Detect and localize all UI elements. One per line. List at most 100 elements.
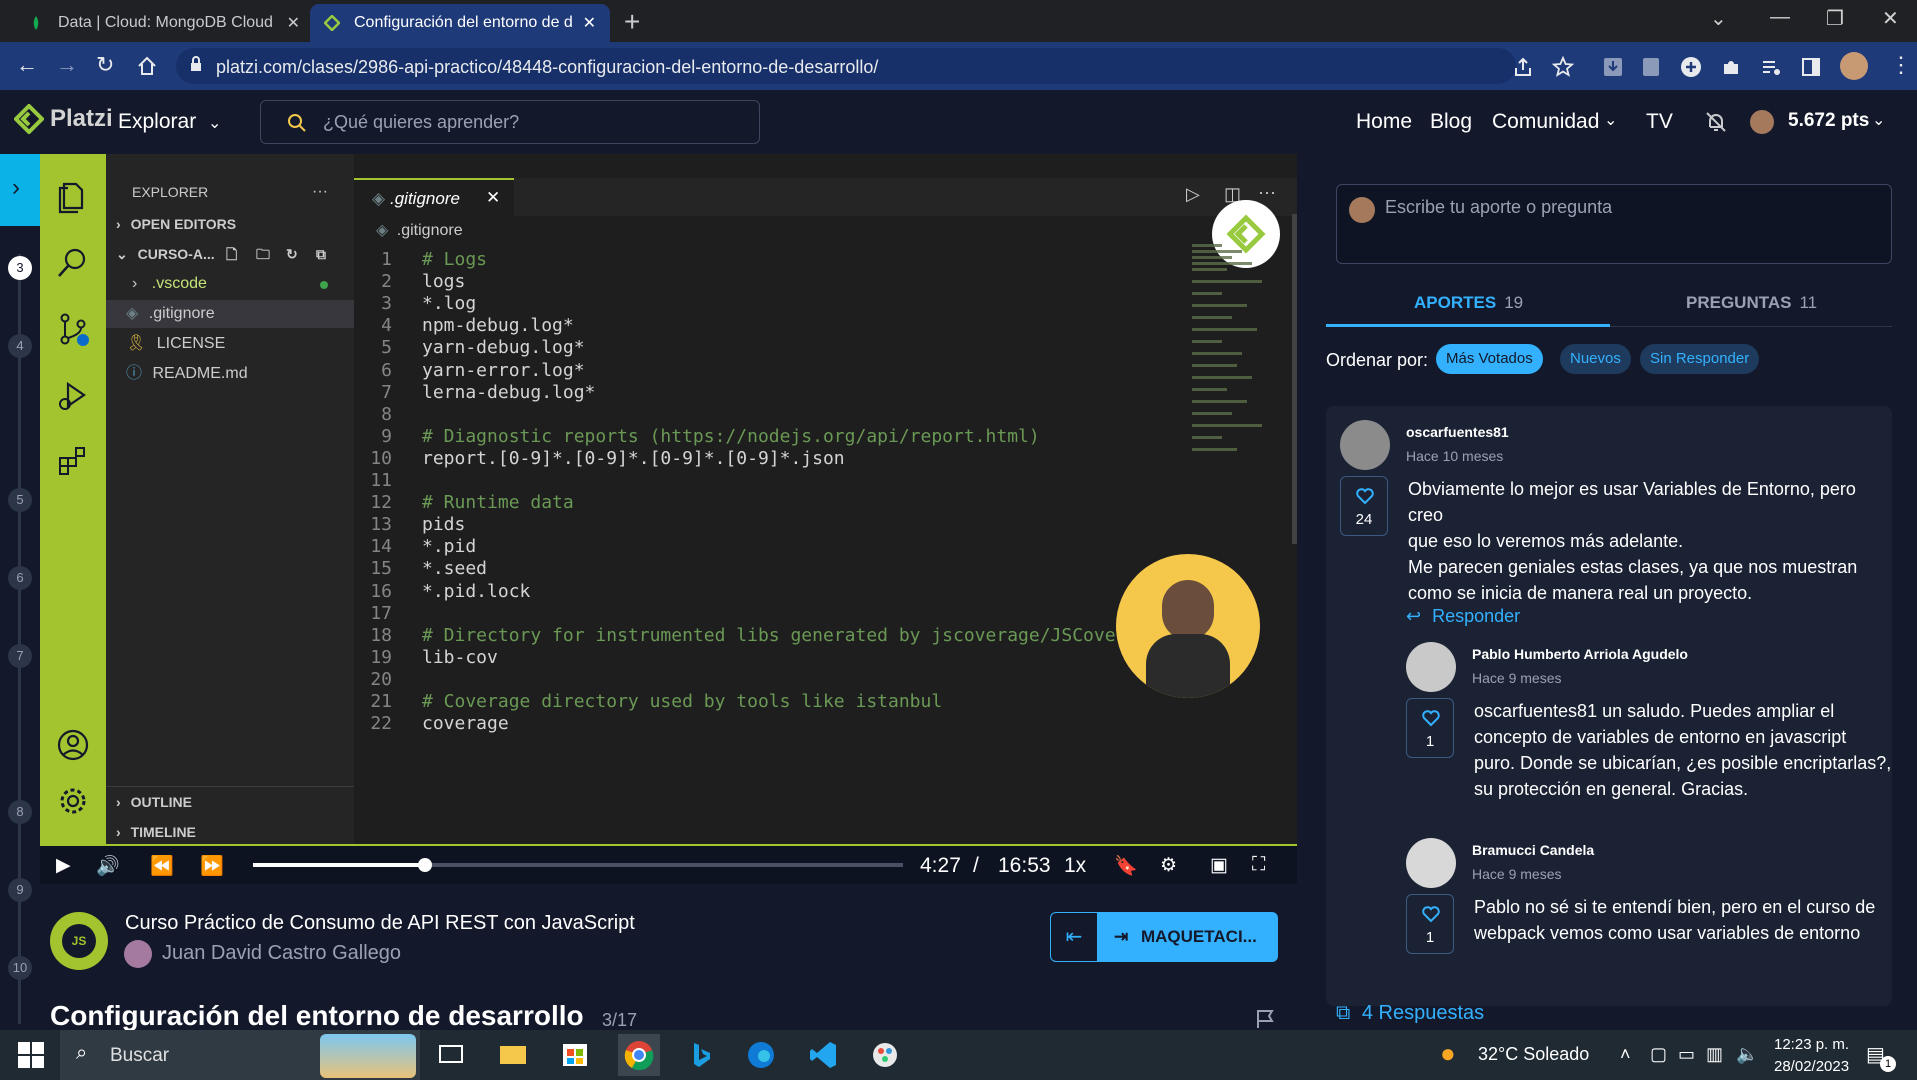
network-icon[interactable]: ▥	[1706, 1044, 1723, 1065]
bookmark-star-icon[interactable]	[1552, 56, 1574, 78]
address-bar: ← → ↻ platzi.com/clases/2986-api-practic…	[0, 42, 1917, 90]
url-field[interactable]: platzi.com/clases/2986-api-practico/4844…	[176, 48, 1516, 84]
back-icon[interactable]: ←	[16, 52, 38, 78]
share-icon[interactable]	[1512, 56, 1534, 78]
class-step[interactable]: 9	[8, 878, 32, 902]
forward-icon[interactable]: →	[56, 52, 78, 78]
filter-mas-votados[interactable]: Más Votados	[1436, 344, 1543, 374]
chrome-menu-icon[interactable]: ⋮	[1890, 52, 1912, 78]
file-explorer-icon[interactable]	[498, 1040, 528, 1070]
browser-tab-mongodb[interactable]: Data | Cloud: MongoDB Cloud ✕	[14, 4, 314, 42]
clock-date[interactable]: 28/02/2023	[1774, 1058, 1849, 1075]
pip-icon[interactable]: ▣	[1210, 854, 1228, 877]
reply-author[interactable]: Bramucci Candela	[1472, 842, 1594, 858]
bookmark-icon[interactable]: 🔖	[1114, 854, 1138, 878]
filter-nuevos[interactable]: Nuevos	[1560, 344, 1631, 374]
browser-tab-platzi[interactable]: Configuración del entorno de de ✕	[310, 4, 610, 42]
nav-blog[interactable]: Blog	[1430, 110, 1472, 134]
class-step[interactable]: 7	[8, 644, 32, 668]
user-avatar[interactable]	[1750, 110, 1774, 134]
explore-menu[interactable]: Explorar ⌄	[118, 110, 221, 134]
paint-icon[interactable]	[870, 1040, 900, 1070]
workspace-folder-label: CURSO-A...	[137, 246, 215, 262]
class-step[interactable]: 8	[8, 800, 32, 824]
notifications-off-icon[interactable]	[1704, 110, 1728, 134]
report-flag-icon[interactable]	[1254, 1008, 1276, 1030]
line-text: # Coverage directory used by tools like …	[422, 691, 943, 712]
extensions-puzzle-icon[interactable]	[1720, 56, 1742, 78]
like-button[interactable]: 1	[1406, 894, 1454, 954]
nav-tv[interactable]: TV	[1646, 110, 1673, 134]
volume-icon[interactable]: 🔊	[96, 854, 120, 878]
add-extension-icon[interactable]	[1680, 56, 1702, 78]
profile-avatar[interactable]	[1840, 52, 1868, 80]
editor-tab: ◈ .gitignore ✕	[354, 178, 514, 216]
speaker-icon[interactable]: 🔈	[1736, 1044, 1758, 1065]
rewind-icon[interactable]: ⏪	[150, 854, 174, 878]
new-tab-icon[interactable]: +	[624, 6, 640, 38]
battery-icon[interactable]: ▭	[1678, 1044, 1695, 1065]
class-step[interactable]: 6	[8, 566, 32, 590]
speed-button[interactable]: 1x	[1064, 854, 1086, 878]
clock-time[interactable]: 12:23 p. m.	[1774, 1036, 1849, 1053]
reply-time: Hace 9 meses	[1472, 866, 1562, 882]
reply-button[interactable]: ↩ Responder	[1406, 606, 1520, 627]
filter-sin-responder[interactable]: Sin Responder	[1640, 344, 1760, 374]
maximize-icon[interactable]: ❐	[1826, 6, 1844, 31]
tab-aportes[interactable]: APORTES 19	[1414, 293, 1523, 313]
edge-icon[interactable]	[746, 1040, 776, 1070]
vscode-explorer: EXPLORER ··· › OPEN EDITORS ⌄ CURSO-A...…	[106, 154, 354, 850]
meet-now-icon[interactable]: ▢	[1650, 1044, 1667, 1065]
home-icon[interactable]	[136, 55, 158, 77]
nav-home[interactable]: Home	[1356, 110, 1412, 134]
vscode-icon[interactable]	[808, 1040, 838, 1070]
previous-class-button[interactable]: ⇤	[1050, 912, 1098, 962]
view-replies-link[interactable]: ⧉ 4 Respuestas	[1336, 1002, 1484, 1025]
chrome-taskbar-button[interactable]	[618, 1034, 660, 1076]
play-icon[interactable]: ▶	[56, 854, 71, 877]
download-extension-icon[interactable]	[1602, 56, 1624, 78]
course-author[interactable]: Juan David Castro Gallego	[162, 942, 401, 965]
tab-search-icon[interactable]: ⌄	[1710, 6, 1727, 31]
fullscreen-icon[interactable]: ⛶	[1252, 854, 1265, 876]
nav-comunidad[interactable]: Comunidad	[1492, 110, 1599, 134]
media-controls-icon[interactable]	[1760, 56, 1782, 78]
next-class-button[interactable]: ⇥ MAQUETACI...	[1098, 912, 1278, 962]
bing-icon[interactable]	[686, 1040, 716, 1070]
tab-preguntas[interactable]: PREGUNTAS 11	[1686, 293, 1817, 313]
settings-gear-icon[interactable]: ⚙	[1160, 854, 1177, 877]
store-icon[interactable]	[560, 1040, 590, 1070]
close-tab-icon[interactable]: ✕	[287, 13, 300, 33]
ask-input[interactable]: Escribe tu aporte o pregunta	[1336, 184, 1892, 264]
class-step[interactable]: 3	[8, 256, 32, 280]
forward-icon[interactable]: ⏩	[200, 854, 224, 878]
side-panel-icon[interactable]	[1800, 56, 1822, 78]
windows-start-icon[interactable]	[16, 1040, 46, 1070]
sidebar-toggle[interactable]: ›	[0, 154, 40, 226]
course-title[interactable]: Curso Práctico de Consumo de API REST co…	[125, 912, 635, 935]
task-view-icon[interactable]	[436, 1040, 466, 1070]
taskbar-search-placeholder: Buscar	[110, 1045, 170, 1066]
chevron-down-icon[interactable]: ⌄	[1604, 110, 1617, 130]
calculator-extension-icon[interactable]	[1640, 56, 1662, 78]
close-window-icon[interactable]: ✕	[1882, 6, 1899, 31]
reply-author[interactable]: Pablo Humberto Arriola Agudelo	[1472, 646, 1688, 662]
minimize-icon[interactable]: —	[1770, 6, 1790, 29]
seek-bar-handle[interactable]	[417, 858, 432, 872]
chevron-down-icon[interactable]: ⌄	[1872, 110, 1885, 130]
tray-chevron-up-icon[interactable]: ˄	[1620, 1044, 1631, 1065]
reload-icon[interactable]: ↻	[96, 52, 114, 78]
seek-bar[interactable]	[253, 858, 903, 872]
course-search-input[interactable]: ¿Qué quieres aprender?	[260, 100, 760, 144]
like-button[interactable]: 1	[1406, 698, 1454, 758]
close-tab-icon[interactable]: ✕	[583, 13, 596, 33]
platzi-logo[interactable]: Platzi	[14, 104, 113, 134]
class-step[interactable]: 10	[8, 956, 32, 980]
line-text: # Directory for instrumented libs genera…	[422, 624, 1116, 646]
weather-text[interactable]: 32°C Soleado	[1478, 1044, 1589, 1065]
notifications-button[interactable]: ▤ 1	[1866, 1042, 1896, 1072]
comment-author[interactable]: oscarfuentes81	[1406, 424, 1509, 440]
class-step[interactable]: 5	[8, 488, 32, 512]
class-step[interactable]: 4	[8, 334, 32, 358]
like-button[interactable]: 24	[1340, 476, 1388, 536]
